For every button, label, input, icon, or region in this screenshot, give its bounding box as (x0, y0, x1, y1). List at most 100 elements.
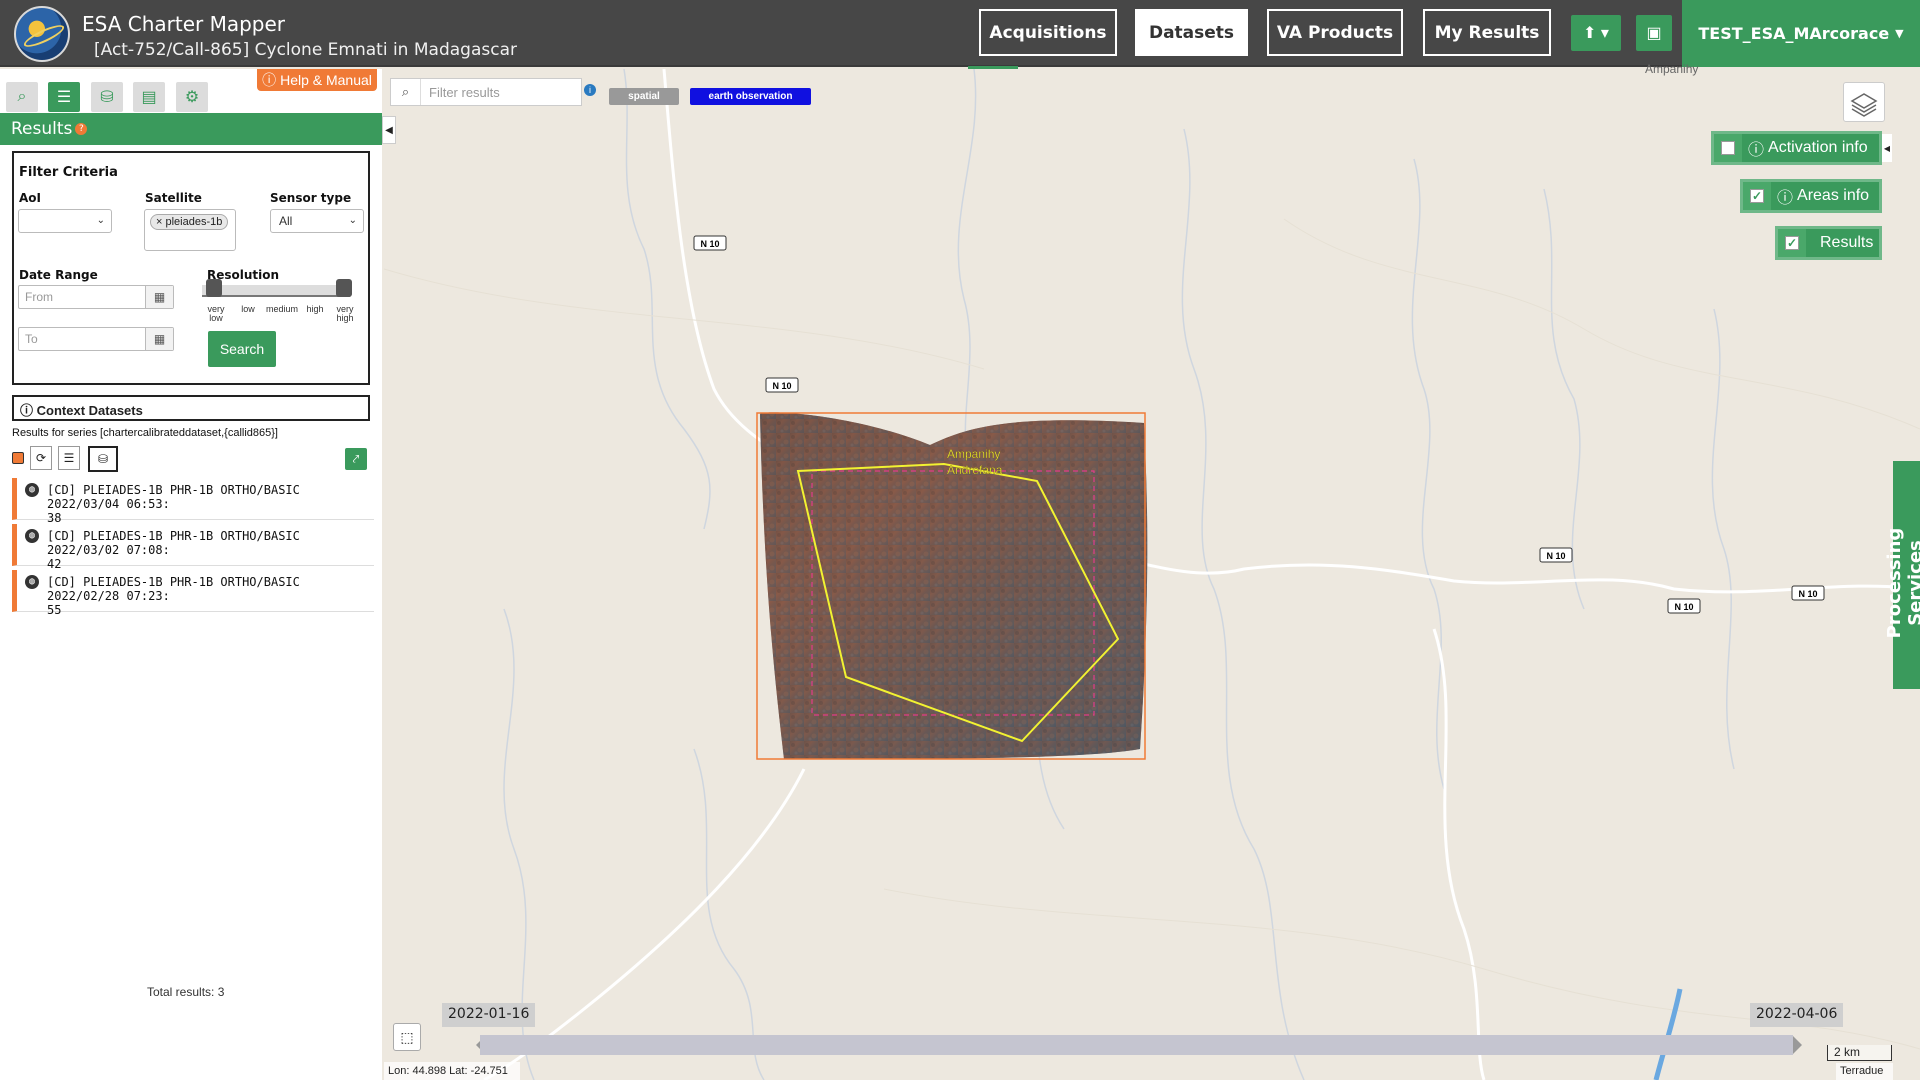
info-icon[interactable]: i (584, 84, 596, 96)
context-datasets-toggle[interactable]: ⓘ Context Datasets (12, 395, 370, 421)
areas-info-checkbox[interactable]: ✓ (1743, 182, 1771, 210)
tab-va-products[interactable]: VA Products (1267, 9, 1403, 56)
result-title-cont: 42 (47, 557, 62, 571)
chevron-down-icon: ▼ (1895, 27, 1904, 40)
processing-services-label: Processing Services (1884, 527, 1920, 639)
activation-info-checkbox[interactable] (1714, 134, 1742, 162)
place-label: Andrefana (947, 463, 1003, 477)
globe-icon: ◍ (25, 529, 39, 543)
activation-subtitle: [Act-752/Call-865] Cyclone Emnati in Mad… (94, 40, 517, 60)
search-button[interactable]: Search (208, 331, 276, 367)
svg-text:N 10: N 10 (700, 239, 719, 249)
resolution-slider[interactable] (202, 285, 350, 297)
upload-button[interactable]: ⬆ ▾ (1571, 15, 1621, 51)
archive-icon: ▤ (141, 89, 157, 106)
list-item[interactable]: ◍ [CD] PLEIADES-1B PHR-1B ORTHO/BASIC 20… (12, 478, 374, 525)
result-title: [CD] PLEIADES-1B PHR-1B ORTHO/BASIC 2022… (47, 529, 300, 557)
result-title: [CD] PLEIADES-1B PHR-1B ORTHO/BASIC 2022… (47, 575, 300, 603)
app-title: ESA Charter Mapper (82, 12, 286, 36)
search-icon: ⌕ (17, 88, 27, 105)
results-toggle[interactable]: ✓ Results (1775, 226, 1882, 260)
svg-text:N 10: N 10 (772, 381, 791, 391)
calendar-icon[interactable]: ▦ (145, 286, 173, 308)
upload-icon: ⬆ ▾ (1583, 25, 1609, 42)
resolution-min-handle[interactable] (206, 279, 222, 297)
globe-icon: ◍ (25, 483, 39, 497)
tab-acquisitions[interactable]: Acquisitions (979, 9, 1117, 56)
svg-text:N 10: N 10 (1546, 551, 1565, 561)
chevron-down-icon: ⌄ (96, 215, 105, 226)
app-header: ESA Charter Mapper [Act-752/Call-865] Cy… (0, 0, 1920, 67)
settings-tool-button[interactable]: ⚙ (176, 82, 208, 112)
satellite-tag[interactable]: × pleiades-1b (150, 214, 229, 230)
info-icon: ⓘ (20, 403, 34, 418)
road-label: N 10 (1667, 598, 1701, 614)
resolution-level-label: very low (207, 304, 225, 323)
aoi-select[interactable]: ⌄ (18, 209, 112, 233)
satellite-select[interactable]: × pleiades-1b (144, 209, 236, 251)
resolution-level-label: very high (336, 304, 354, 323)
tag-earth-observation[interactable]: earth observation (690, 88, 811, 105)
select-all-checkbox[interactable] (12, 452, 24, 464)
activation-info-toggle[interactable]: ⓘ Activation info (1711, 131, 1882, 165)
search-icon: ⌕ (391, 79, 421, 105)
legend-button[interactable]: ⬚ (393, 1023, 421, 1051)
filter-results-input[interactable]: ⌕ Filter results (390, 78, 582, 106)
list-tool-button[interactable]: ☰ (48, 82, 80, 112)
resolution-max-handle[interactable] (336, 279, 352, 297)
tab-my-results[interactable]: My Results (1423, 9, 1551, 56)
refresh-button[interactable]: ⟳ (30, 446, 52, 470)
date-from-input[interactable]: From ▦ (18, 285, 174, 309)
timeline-end-handle[interactable] (1793, 1036, 1802, 1054)
sensor-type-label: Sensor type (270, 191, 352, 205)
refresh-icon: ⟳ (35, 451, 47, 465)
map-top-label: Ampanihy (1645, 62, 1699, 76)
tag-spatial[interactable]: spatial (609, 88, 679, 105)
road-label: N 10 (1539, 547, 1573, 563)
list-item[interactable]: ◍ [CD] PLEIADES-1B PHR-1B ORTHO/BASIC 20… (12, 524, 374, 571)
list-icon: ☰ (63, 451, 75, 465)
map-attribution: Terradue (1836, 1063, 1893, 1080)
layers-icon (1850, 93, 1878, 117)
calendar-icon[interactable]: ▦ (145, 328, 173, 350)
total-results: Total results: 3 (147, 985, 225, 999)
info-icon: ⓘ (1748, 142, 1765, 159)
collapse-panel-button[interactable]: ◀ (382, 116, 396, 144)
filter-title: Filter Criteria (19, 165, 118, 180)
timeline-end-date: 2022-04-06 (1750, 1003, 1844, 1027)
search-tool-button[interactable]: ⌕ (6, 82, 38, 112)
list-icon: ☰ (56, 89, 72, 106)
briefcase-button[interactable]: ▣ (1636, 15, 1672, 51)
resolution-level-label: high (306, 304, 324, 314)
list-view-button[interactable]: ☰ (58, 446, 80, 470)
chevron-down-icon: ⌄ (348, 215, 357, 226)
results-toggle-label: Results (1820, 234, 1874, 251)
esa-charter-logo[interactable] (14, 6, 70, 62)
share-icon: ⤤ (352, 451, 360, 466)
road-label: N 10 (693, 235, 727, 251)
results-header: Results? (0, 113, 382, 145)
tab-datasets[interactable]: Datasets (1135, 9, 1248, 56)
processing-services-tab[interactable]: Processing Services (1884, 461, 1920, 689)
timeline-bar[interactable] (480, 1035, 1793, 1055)
map-canvas: N 10 N 10 N 10 N 10 N 10 Ampanihy Andref… (384, 69, 1920, 1080)
results-checkbox[interactable]: ✓ (1778, 229, 1806, 257)
date-to-input[interactable]: To ▦ (18, 327, 174, 351)
share-button[interactable]: ⤤ (345, 448, 367, 470)
help-manual-button[interactable]: ⓘ Help & Manual (257, 69, 377, 91)
place-label: Ampanihy (947, 447, 1000, 461)
resolution-level-label: medium (265, 304, 298, 314)
user-menu[interactable]: TEST_ESA_MArcorace ▼ (1682, 0, 1920, 67)
info-icon: ⓘ (262, 72, 277, 88)
list-item[interactable]: ◍ [CD] PLEIADES-1B PHR-1B ORTHO/BASIC 20… (12, 570, 374, 617)
sensor-type-select[interactable]: All ⌄ (270, 209, 364, 233)
basket-tool-button[interactable]: ⛁ (91, 82, 123, 112)
layers-button[interactable] (1843, 82, 1885, 122)
archive-tool-button[interactable]: ▤ (133, 82, 165, 112)
legend-icon: ⬚ (400, 1028, 414, 1045)
chevron-left-icon[interactable]: ◀ (1882, 134, 1892, 162)
map-view[interactable]: N 10 N 10 N 10 N 10 N 10 Ampanihy Andref… (384, 69, 1920, 1080)
add-to-basket-button[interactable]: ⛁ (88, 446, 118, 472)
question-icon[interactable]: ? (75, 123, 88, 135)
areas-info-toggle[interactable]: ✓ ⓘ Areas info (1740, 179, 1882, 213)
